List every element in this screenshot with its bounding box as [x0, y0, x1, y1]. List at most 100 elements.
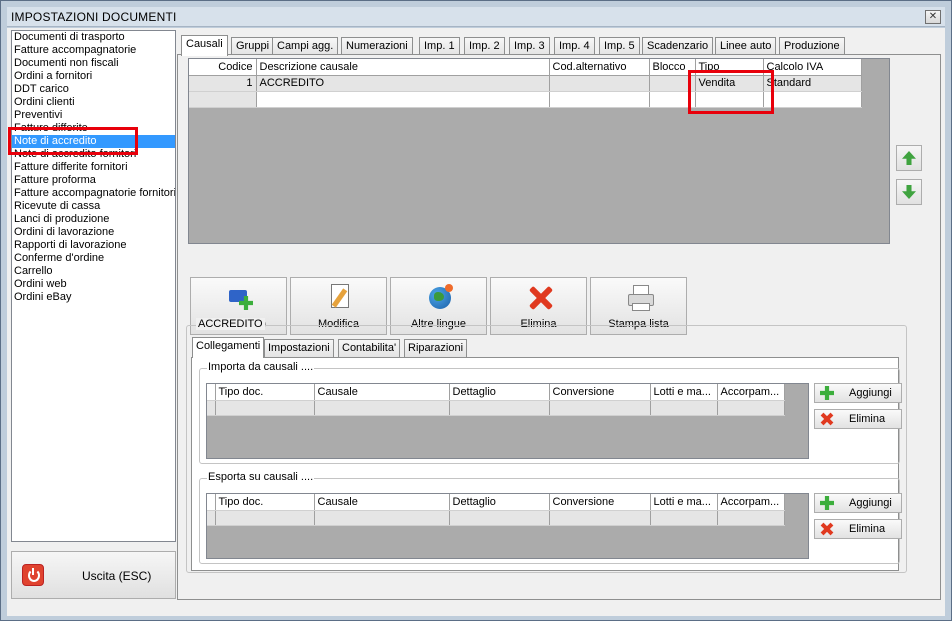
delete-icon — [820, 522, 834, 536]
grid-cell[interactable] — [650, 510, 718, 526]
cell-descrizione[interactable]: ACCREDITO — [256, 75, 550, 92]
sidebar-item[interactable]: Rapporti di lavorazione — [12, 239, 175, 252]
tab-produzione[interactable]: Produzione — [779, 37, 845, 55]
cell-cod-alternativo[interactable] — [549, 75, 650, 92]
grid-cell[interactable] — [207, 400, 216, 416]
tab-gruppi[interactable]: Gruppi — [231, 37, 275, 55]
tab-imp-5[interactable]: Imp. 5 — [599, 37, 640, 55]
import-grid[interactable]: Tipo doc. Causale Dettaglio Conversione … — [206, 383, 809, 459]
new-row-cell[interactable] — [549, 91, 650, 108]
close-button[interactable]: ✕ — [925, 10, 941, 24]
col-accorpamento[interactable]: Accorpam... — [717, 384, 785, 401]
table-row[interactable] — [207, 510, 785, 526]
tab-scadenzario[interactable]: Scadenzario — [642, 37, 714, 55]
grid-cell[interactable] — [650, 400, 718, 416]
add-label: Aggiungi — [849, 497, 892, 509]
exit-button[interactable]: Uscita (ESC) — [11, 551, 176, 599]
tab-contabilita[interactable]: Contabilita' — [338, 339, 401, 357]
import-add-button[interactable]: Aggiungi — [814, 383, 902, 403]
grid-cell[interactable] — [449, 510, 550, 526]
col-tipo-doc[interactable]: Tipo doc. — [215, 384, 315, 401]
tipo-column-highlight-box — [688, 70, 774, 114]
col-conversione[interactable]: Conversione — [549, 494, 651, 511]
col-codice[interactable]: Codice — [189, 59, 257, 76]
col-conversione[interactable]: Conversione — [549, 384, 651, 401]
grid-header-row: Tipo doc. Causale Dettaglio Conversione … — [207, 494, 785, 511]
selection-highlight-box — [8, 127, 138, 155]
tab-imp-4[interactable]: Imp. 4 — [554, 37, 595, 55]
sidebar-item[interactable]: Preventivi — [12, 109, 175, 122]
tab-causali[interactable]: Causali — [181, 35, 228, 56]
grid-cell[interactable] — [549, 510, 651, 526]
tab-impostazioni[interactable]: Impostazioni — [264, 339, 334, 357]
sidebar-item[interactable]: Ordini web — [12, 278, 175, 291]
sidebar-item[interactable]: Fatture accompagnatorie — [12, 44, 175, 57]
grid-header-row: Tipo doc. Causale Dettaglio Conversione … — [207, 384, 785, 401]
export-add-button[interactable]: Aggiungi — [814, 493, 902, 513]
document-type-list[interactable]: Documenti di trasporto Fatture accompagna… — [11, 30, 176, 542]
settings-panel: Causali Gruppi Campi agg. Numerazioni Im… — [177, 30, 943, 602]
col-causale[interactable]: Causale — [314, 384, 450, 401]
power-icon — [22, 564, 44, 586]
title-bar: IMPOSTAZIONI DOCUMENTI ✕ — [7, 7, 945, 27]
sidebar-item[interactable]: Fatture proforma — [12, 174, 175, 187]
tab-numerazioni[interactable]: Numerazioni — [341, 37, 413, 55]
tab-collegamenti[interactable]: Collegamenti — [192, 337, 265, 358]
tab-riparazioni[interactable]: Riparazioni — [404, 339, 468, 357]
window-title: IMPOSTAZIONI DOCUMENTI — [11, 10, 177, 24]
export-grid[interactable]: Tipo doc. Causale Dettaglio Conversione … — [206, 493, 809, 559]
col-dettaglio[interactable]: Dettaglio — [449, 384, 550, 401]
table-row[interactable] — [207, 400, 785, 416]
grid-cell[interactable] — [215, 400, 315, 416]
new-row-cell[interactable] — [256, 91, 550, 108]
remove-label: Elimina — [849, 523, 886, 535]
plus-icon — [820, 496, 834, 510]
sidebar-item[interactable]: Ordini a fornitori — [12, 70, 175, 83]
sidebar-item[interactable]: Fatture differite fornitori — [12, 161, 175, 174]
col-descrizione[interactable]: Descrizione causale — [256, 59, 550, 76]
exit-button-label: Uscita (ESC) — [82, 569, 152, 583]
move-down-button[interactable] — [896, 179, 922, 205]
cell-calcolo-iva[interactable]: Standard — [763, 75, 862, 92]
printer-icon — [627, 284, 654, 311]
sidebar-item[interactable]: Fatture accompagnatorie fornitori — [12, 187, 175, 200]
col-accorpamento[interactable]: Accorpam... — [717, 494, 785, 511]
grid-cell[interactable] — [314, 400, 450, 416]
col-lotti[interactable]: Lotti e ma... — [650, 384, 718, 401]
sidebar-item[interactable]: Documenti non fiscali — [12, 57, 175, 70]
grid-cell[interactable] — [314, 510, 450, 526]
sidebar-item[interactable]: Lanci di produzione — [12, 213, 175, 226]
col-cod-alternativo[interactable]: Cod.alternativo — [549, 59, 650, 76]
sidebar-item[interactable]: Documenti di trasporto — [12, 31, 175, 44]
grid-cell[interactable] — [549, 400, 651, 416]
new-row-cell[interactable] — [189, 91, 257, 108]
grid-cell[interactable] — [717, 510, 785, 526]
grid-cell[interactable] — [717, 400, 785, 416]
grid-cell[interactable] — [449, 400, 550, 416]
col-lotti[interactable]: Lotti e ma... — [650, 494, 718, 511]
import-remove-button[interactable]: Elimina — [814, 409, 902, 429]
sidebar-item[interactable]: Ricevute di cassa — [12, 200, 175, 213]
export-remove-button[interactable]: Elimina — [814, 519, 902, 539]
tab-imp-2[interactable]: Imp. 2 — [464, 37, 505, 55]
tab-campi-agg[interactable]: Campi agg. — [272, 37, 339, 55]
new-row-cell[interactable] — [763, 91, 862, 108]
sidebar-item[interactable]: Carrello — [12, 265, 175, 278]
col-causale[interactable]: Causale — [314, 494, 450, 511]
causali-grid[interactable]: Codice Descrizione causale Cod.alternati… — [188, 58, 890, 244]
tab-imp-1[interactable]: Imp. 1 — [419, 37, 460, 55]
grid-cell[interactable] — [207, 510, 216, 526]
col-dettaglio[interactable]: Dettaglio — [449, 494, 550, 511]
tab-linee-auto[interactable]: Linee auto — [715, 37, 777, 55]
sidebar-item[interactable]: DDT carico — [12, 83, 175, 96]
sidebar-item[interactable]: Conferme d'ordine — [12, 252, 175, 265]
col-calcolo-iva[interactable]: Calcolo IVA — [763, 59, 862, 76]
sidebar-item[interactable]: Ordini di lavorazione — [12, 226, 175, 239]
sidebar-item[interactable]: Ordini clienti — [12, 96, 175, 109]
move-up-button[interactable] — [896, 145, 922, 171]
col-tipo-doc[interactable]: Tipo doc. — [215, 494, 315, 511]
cell-codice[interactable]: 1 — [189, 75, 257, 92]
sidebar-item[interactable]: Ordini eBay — [12, 291, 175, 304]
grid-cell[interactable] — [215, 510, 315, 526]
tab-imp-3[interactable]: Imp. 3 — [509, 37, 550, 55]
